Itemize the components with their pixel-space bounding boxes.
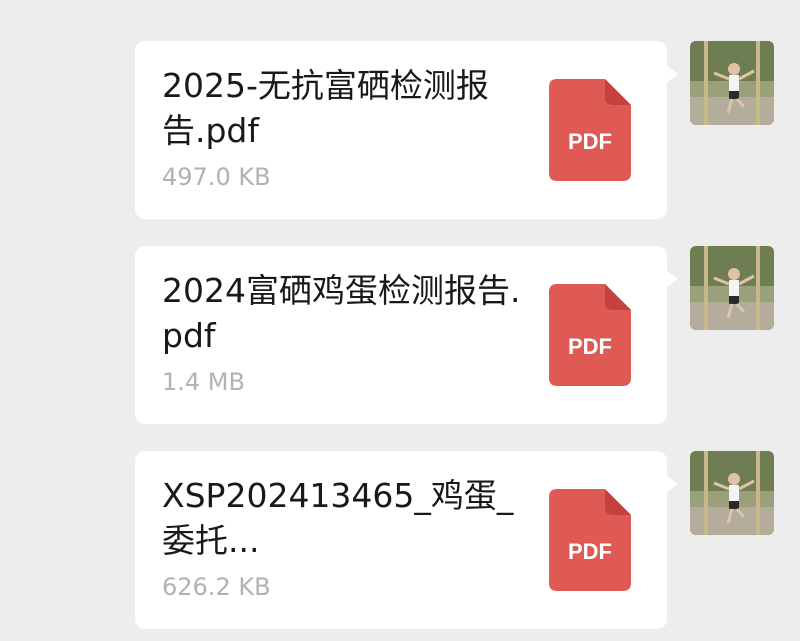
file-size: 1.4 MB xyxy=(162,368,245,396)
pdf-label: PDF xyxy=(568,334,612,359)
file-message-bubble[interactable]: 2025-无抗富硒检测报告.pdf 497.0 KB PDF xyxy=(135,41,678,219)
file-name: 2025-无抗富硒检测报告.pdf xyxy=(162,66,489,150)
pdf-file-icon: PDF xyxy=(549,79,631,181)
pdf-label: PDF xyxy=(568,539,612,564)
avatar[interactable] xyxy=(690,246,774,330)
pdf-label: PDF xyxy=(568,129,612,154)
file-name: 2024富硒鸡蛋检测报告.pdf xyxy=(162,271,521,355)
avatar[interactable] xyxy=(690,451,774,535)
avatar[interactable] xyxy=(690,41,774,125)
file-size: 497.0 KB xyxy=(162,163,271,191)
file-message-bubble[interactable]: 2024富硒鸡蛋检测报告.pdf 1.4 MB PDF xyxy=(135,246,678,424)
file-message-bubble[interactable]: XSP202413465_鸡蛋_委托... 626.2 KB PDF xyxy=(135,451,678,629)
file-size: 626.2 KB xyxy=(162,573,271,601)
pdf-file-icon: PDF xyxy=(549,284,631,386)
file-name: XSP202413465_鸡蛋_委托... xyxy=(162,476,514,560)
pdf-file-icon: PDF xyxy=(549,489,631,591)
